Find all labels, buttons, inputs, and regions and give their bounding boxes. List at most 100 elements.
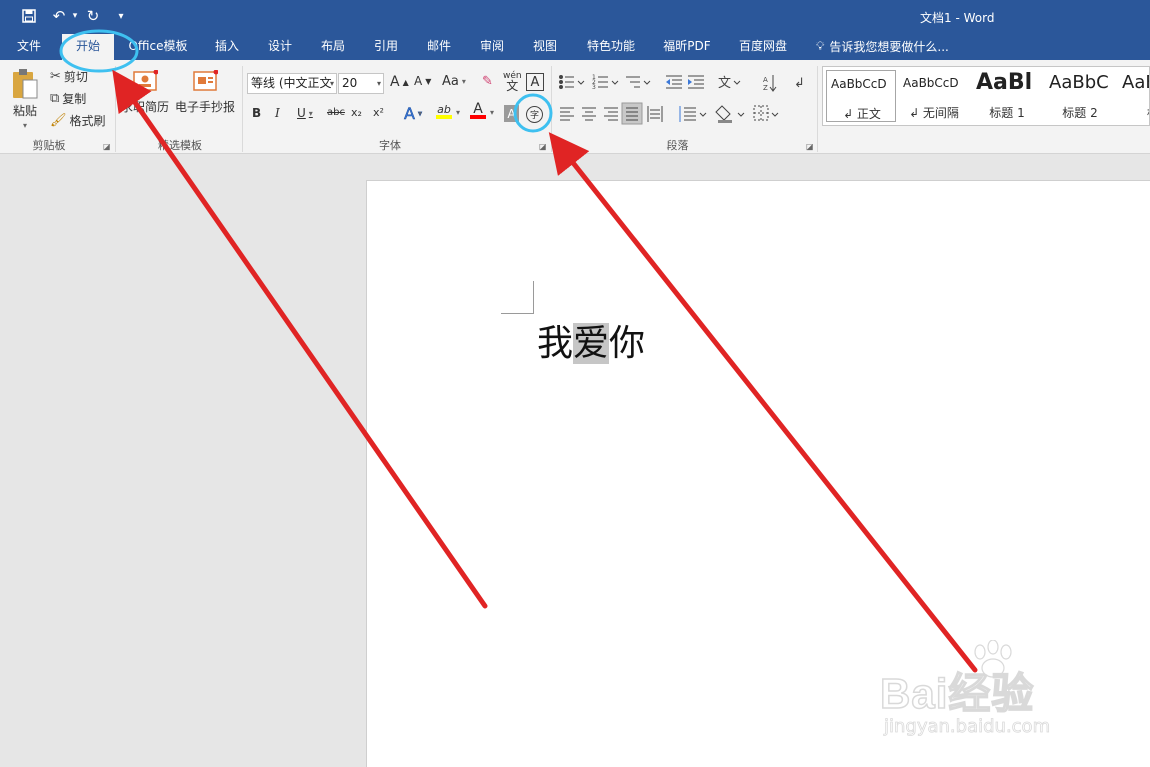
style-no-spacing[interactable]: AaBbCcD ↲ 无间隔	[899, 70, 969, 122]
paragraph-launcher-icon[interactable]: ◪	[806, 142, 814, 151]
ribbon-tabs: 文件 开始 Office模板 插入 设计 布局 引用 邮件 审阅 视图 特色功能…	[0, 32, 1150, 60]
customize-icon[interactable]: ▾	[110, 5, 132, 27]
separator	[551, 66, 552, 152]
character-shading-button[interactable]: A	[504, 105, 519, 122]
clear-format-button[interactable]: ✎	[482, 74, 493, 89]
tab-mailings[interactable]: 邮件	[418, 32, 460, 60]
enclose-characters-icon: 字	[529, 111, 539, 121]
grow-font-icon: A	[390, 74, 400, 90]
cut-button[interactable]: ✂ 剪切	[50, 68, 88, 85]
style-heading-2[interactable]: AaBbC 标题 2	[1045, 70, 1115, 122]
svg-text:Z: Z	[763, 84, 768, 92]
tab-office-templates[interactable]: Office模板	[122, 32, 194, 60]
format-painter-button[interactable]: 🖌︎ 格式刷	[50, 112, 106, 129]
selected-text: 爱	[573, 323, 610, 364]
tab-layout[interactable]: 布局	[312, 32, 354, 60]
phonetic-guide-button[interactable]: wén 文	[503, 71, 522, 92]
tab-features[interactable]: 特色功能	[580, 32, 642, 60]
increase-indent-icon	[688, 75, 704, 89]
chevron-down-icon: ▾	[490, 108, 495, 117]
style-normal[interactable]: AaBbCcD ↲ 正文	[826, 70, 896, 122]
shrink-font-button[interactable]: A ▼	[414, 74, 431, 88]
tab-view[interactable]: 视图	[524, 32, 566, 60]
multilevel-list-icon	[626, 76, 640, 88]
font-size-combo[interactable]: 20 ▾	[338, 73, 384, 94]
copy-button[interactable]: ⧉ 复制	[50, 90, 86, 107]
handwritten-template-button[interactable]: 电子手抄报	[175, 70, 235, 115]
underline-button[interactable]: U ▾	[297, 106, 313, 120]
style-title[interactable]: AaB 标	[1118, 70, 1149, 122]
highlight-button[interactable]: ab	[436, 104, 452, 119]
paste-button[interactable]: 粘贴 ▾	[10, 68, 40, 130]
style-preview: AaBbCcD	[831, 77, 887, 91]
margin-mark	[501, 313, 534, 314]
asian-layout-icon: 文	[718, 76, 731, 91]
tell-me-text: 告诉我您想要做什么...	[829, 40, 949, 54]
italic-icon: I	[275, 106, 280, 120]
resume-icon	[133, 70, 158, 91]
style-preview: AaBl	[976, 70, 1033, 95]
change-case-button[interactable]: Aa ▾	[442, 74, 466, 89]
svg-text:文: 文	[718, 76, 731, 91]
chevron-down-icon: ▾	[329, 79, 334, 88]
style-name: 标题 1	[989, 106, 1025, 120]
font-size-value: 20	[342, 76, 358, 90]
font-launcher-icon[interactable]: ◪	[539, 142, 547, 151]
strikethrough-button[interactable]: abc	[327, 107, 345, 118]
separator	[817, 66, 818, 152]
tab-references[interactable]: 引用	[365, 32, 407, 60]
subscript-button[interactable]: x₂	[351, 106, 362, 119]
style-preview: AaBbC	[1049, 72, 1109, 93]
grow-font-button[interactable]: A ▲	[390, 74, 409, 90]
chevron-down-icon: ▾	[308, 108, 313, 118]
character-shading-icon: A	[507, 106, 516, 121]
clipboard-group-label: 剪贴板	[32, 139, 66, 152]
text-effects-button[interactable]: A ▾	[404, 104, 423, 124]
redo-icon[interactable]: ↻	[82, 5, 104, 27]
style-name: ↲ 无间隔	[909, 106, 959, 120]
newsletter-icon	[193, 70, 218, 91]
tab-review[interactable]: 审阅	[471, 32, 513, 60]
italic-button[interactable]: I	[275, 106, 280, 120]
resume-template-button[interactable]: 求职简历	[121, 70, 169, 115]
handwritten-label: 电子手抄报	[175, 100, 236, 114]
character-border-button[interactable]: A	[526, 73, 544, 91]
bold-button[interactable]: B	[252, 106, 261, 120]
scissors-icon: ✂	[50, 69, 61, 84]
font-name-combo[interactable]: 等线 (中文正文 ▾	[247, 73, 337, 94]
tab-design[interactable]: 设计	[259, 32, 301, 60]
subscript-icon: x₂	[351, 106, 362, 119]
font-color-button[interactable]: A	[470, 101, 486, 119]
watermark-url: jingyan.baidu.com	[884, 716, 1051, 738]
font-color-dropdown[interactable]: ▾	[490, 108, 494, 117]
tab-foxit-pdf[interactable]: 福昕PDF	[654, 32, 720, 60]
tab-file[interactable]: 文件	[6, 32, 52, 60]
distributed-icon	[647, 106, 663, 122]
chevron-down-icon: ▾	[461, 77, 466, 86]
superscript-button[interactable]: x²	[373, 106, 384, 119]
save-icon[interactable]	[18, 5, 40, 27]
text-effects-icon: A	[404, 104, 415, 124]
styles-gallery: AaBbCcD ↲ 正文 AaBbCcD ↲ 无间隔 AaBl 标题 1 AaB…	[822, 66, 1150, 126]
sort-icon: AZ	[763, 75, 777, 92]
tell-me-box[interactable]: 💡︎ 告诉我您想要做什么...	[816, 38, 949, 55]
separator	[115, 66, 116, 152]
format-painter-label: 格式刷	[69, 114, 106, 128]
font-color-icon: A	[473, 101, 483, 117]
style-name: 标题 2	[1062, 106, 1098, 120]
text-run: 你	[609, 323, 646, 364]
tab-baidu-netdisk[interactable]: 百度网盘	[731, 32, 795, 60]
borders-icon	[753, 105, 769, 121]
style-heading-1[interactable]: AaBl 标题 1	[972, 70, 1042, 122]
tab-insert[interactable]: 插入	[206, 32, 248, 60]
separator	[242, 66, 243, 152]
align-right-icon	[604, 107, 618, 121]
chevron-down-icon: ▾	[417, 109, 423, 119]
document-text[interactable]: 我爱你	[537, 316, 645, 372]
clipboard-launcher-icon[interactable]: ◪	[103, 142, 111, 151]
watermark: Bai经验 jingyan.baidu.com	[879, 640, 1100, 750]
highlight-dropdown[interactable]: ▾	[456, 108, 460, 117]
chevron-down-icon: ▾	[376, 79, 381, 88]
enclose-characters-button[interactable]: 字	[526, 106, 543, 123]
tab-home[interactable]: 开始	[62, 34, 114, 60]
